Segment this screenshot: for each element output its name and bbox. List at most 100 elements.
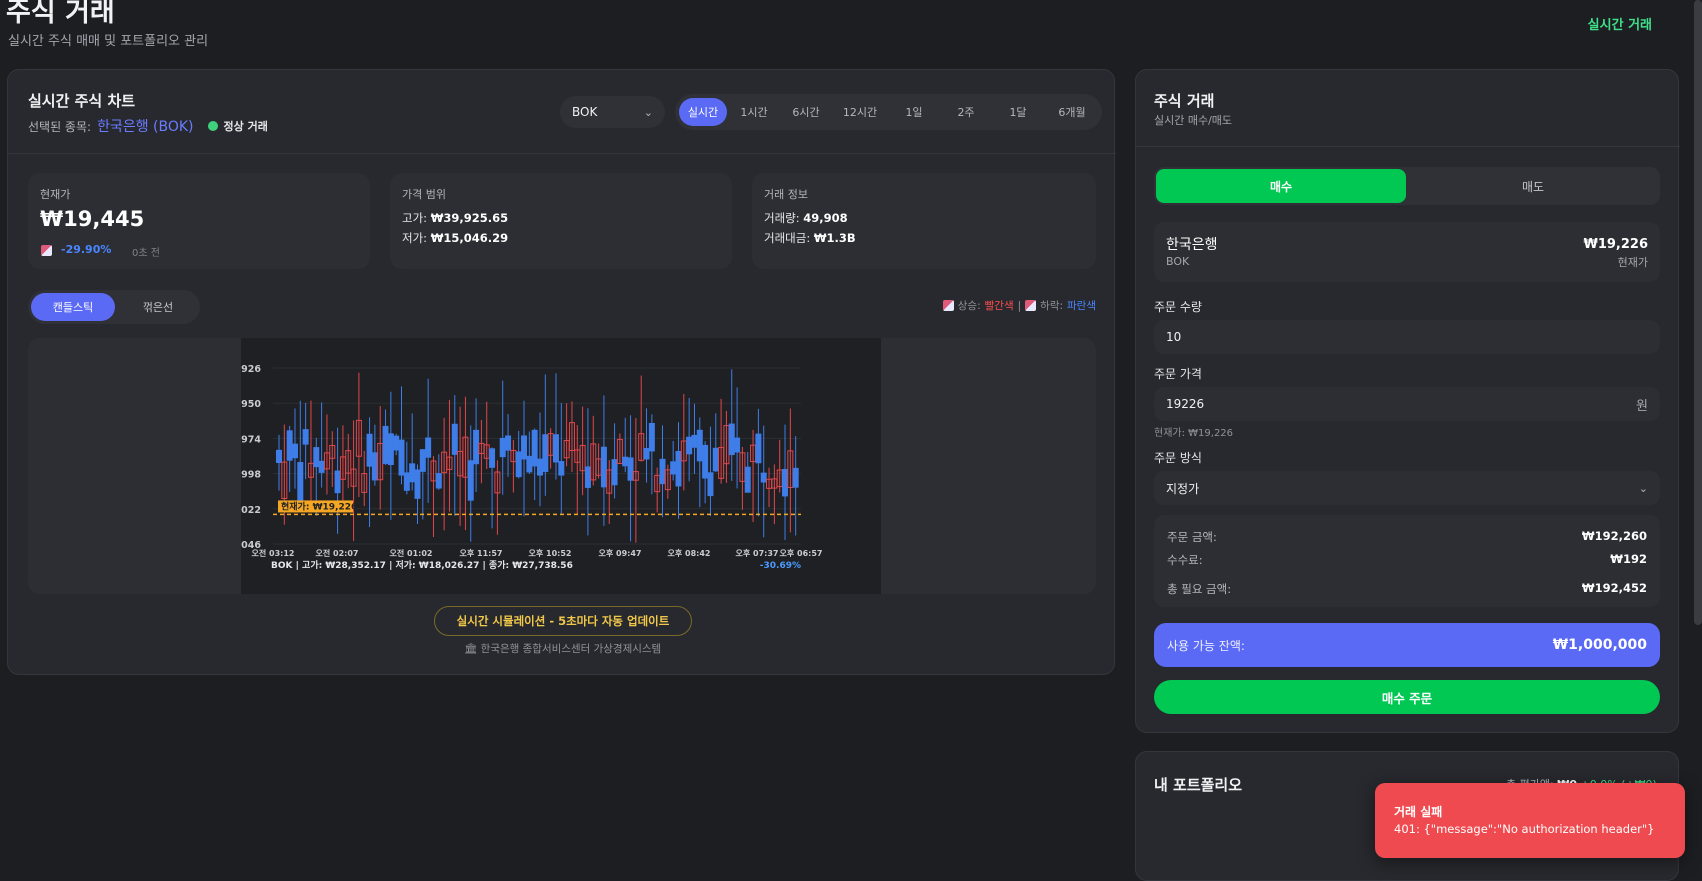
total-label: 총 필요 금액:: [1167, 582, 1232, 596]
status-dot-icon: [207, 121, 218, 131]
candle-body: [515, 451, 522, 478]
range-tab-1h[interactable]: 1시간: [729, 98, 779, 126]
buy-order-button[interactable]: 매수 주문: [1154, 680, 1660, 714]
candle-body: [691, 434, 698, 448]
candle-body: [435, 473, 442, 489]
candle-body: [393, 435, 400, 451]
candle-body: [473, 429, 480, 465]
error-toast[interactable]: 거래 실패 401: {"message":"No authorization …: [1375, 783, 1685, 858]
high-price-label: 고가:: [402, 211, 428, 225]
trade-info-box: 거래 정보 거래량: 49,908 거래대금: ₩1.3B: [752, 173, 1096, 269]
candle-body: [467, 460, 474, 501]
chart-type-toggle: 캔들스틱 꺾은선: [28, 290, 200, 324]
legend-separator: |: [1017, 299, 1022, 312]
trade-subtitle: 실시간 매수/매도: [1154, 114, 1233, 127]
stock-code: BOK: [1166, 255, 1190, 268]
order-amount-row: 주문 금액: ₩192,260: [1167, 529, 1647, 545]
fee-value: ₩192: [1610, 552, 1647, 566]
sell-tab[interactable]: 매도: [1408, 169, 1658, 203]
color-legend: 상승: 빨간색 | 하락: 파란색: [942, 298, 1096, 313]
y-tick-label: 4,950: [241, 399, 261, 410]
change-percent: -29.90%: [61, 243, 112, 256]
total-row: 총 필요 금액: ₩192,452: [1167, 581, 1647, 597]
candle-body: [302, 429, 309, 445]
candle-body: [702, 444, 709, 479]
selected-stock-name: 한국은행 (BOK): [97, 119, 194, 135]
candlestick-svg: 9,9264,9509,9744,9980,0225,046현재가: ₩19,2…: [231, 364, 823, 571]
order-amount-label: 주문 금액:: [1167, 530, 1217, 544]
candle-body: [552, 434, 559, 463]
candle-body: [728, 423, 735, 456]
order-price-label: 주문 가격: [1154, 367, 1202, 381]
price-hint: 현재가: ₩19,226: [1154, 428, 1234, 439]
current-price-label: 현재가: ₩19,226: [281, 500, 357, 512]
live-trading-link[interactable]: 실시간 거래: [1588, 14, 1652, 33]
order-price-input[interactable]: 19226 원: [1154, 387, 1660, 421]
chevron-down-icon: ⌄: [643, 105, 653, 119]
legend-down-label: 하락:: [1040, 300, 1064, 312]
high-price: 고가: ₩39,925.65: [402, 210, 508, 226]
range-tab-1m[interactable]: 1달: [993, 98, 1043, 126]
ticker-select[interactable]: BOK ⌄: [560, 96, 665, 128]
candle-body: [409, 463, 416, 483]
y-tick-label: 9,974: [241, 434, 261, 445]
candle-body: [499, 437, 506, 458]
line-chart-button[interactable]: 꺾은선: [118, 293, 198, 321]
selected-stock: 선택된 종목: 한국은행 (BOK) 정상 거래: [28, 116, 268, 136]
candle-body: [414, 469, 421, 499]
candle-body: [707, 472, 714, 497]
buy-tab[interactable]: 매수: [1156, 169, 1406, 203]
range-tab-1d[interactable]: 1일: [889, 98, 939, 126]
quantity-value: 10: [1166, 330, 1182, 344]
candle-body: [313, 447, 320, 468]
order-amount-value: ₩192,260: [1581, 529, 1647, 543]
candle-body: [600, 446, 607, 488]
candle-body: [627, 457, 634, 481]
page-subtitle: 실시간 주식 매매 및 포트폴리오 관리: [8, 34, 209, 49]
x-tick-label: 오후 11:57: [460, 548, 503, 558]
candle-body: [382, 425, 389, 464]
candle-body: [670, 461, 677, 475]
x-tick-label: 오전 02:07: [316, 548, 359, 558]
stock-price-label: 현재가: [1617, 256, 1648, 269]
candle-body: [675, 450, 682, 487]
volume: 거래량: 49,908: [764, 210, 848, 226]
order-calculation: 주문 금액: ₩192,260 수수료: ₩192 총 필요 금액: ₩192,…: [1154, 515, 1660, 607]
up-trend-icon: [942, 300, 954, 311]
trade-amount-value: ₩1.3B: [813, 231, 856, 245]
legend-up-label: 상승:: [957, 300, 981, 312]
y-tick-label: 9,926: [241, 364, 261, 375]
range-tab-6m[interactable]: 6개월: [1045, 98, 1099, 126]
candle-body: [276, 449, 282, 464]
balance-label: 사용 가능 잔액:: [1167, 638, 1245, 653]
volume-value: 49,908: [803, 211, 848, 225]
page-scrollbar[interactable]: [1694, 0, 1702, 625]
candle-body: [792, 467, 799, 488]
volume-label: 거래량:: [764, 211, 800, 225]
range-tab-2w[interactable]: 2주: [941, 98, 991, 126]
price-unit: 원: [1636, 398, 1648, 414]
simulation-notice: 실시간 시뮬레이션 - 5초마다 자동 업데이트: [434, 606, 692, 636]
range-tab-realtime[interactable]: 실시간: [679, 98, 727, 126]
fee-row: 수수료: ₩192: [1167, 552, 1647, 568]
order-method-select[interactable]: 지정가 ⌄: [1154, 471, 1660, 505]
down-trend-icon: [1025, 300, 1037, 311]
price-range-label: 가격 범위: [402, 188, 446, 201]
toast-message: 401: {"message":"No authorization header…: [1394, 822, 1655, 836]
trade-info-label: 거래 정보: [764, 188, 808, 201]
quantity-input[interactable]: 10: [1154, 320, 1660, 354]
trade-amount-label: 거래대금:: [764, 231, 811, 245]
candle-body: [387, 433, 394, 466]
candle-body: [537, 458, 543, 476]
fee-label: 수수료:: [1167, 553, 1203, 567]
candlestick-chart[interactable]: 9,9264,9509,9744,9980,0225,046현재가: ₩19,2…: [231, 338, 881, 594]
candle-body: [286, 430, 293, 461]
candlestick-button[interactable]: 캔들스틱: [31, 293, 115, 321]
balance-value: ₩1,000,000: [1552, 637, 1647, 653]
candle-body: [686, 436, 693, 455]
range-tab-6h[interactable]: 6시간: [781, 98, 831, 126]
range-tab-12h[interactable]: 12시간: [833, 98, 887, 126]
toast-title: 거래 실패: [1394, 805, 1443, 819]
low-price: 저가: ₩15,046.29: [402, 230, 508, 246]
x-tick-label: 오전 01:02: [390, 548, 433, 558]
